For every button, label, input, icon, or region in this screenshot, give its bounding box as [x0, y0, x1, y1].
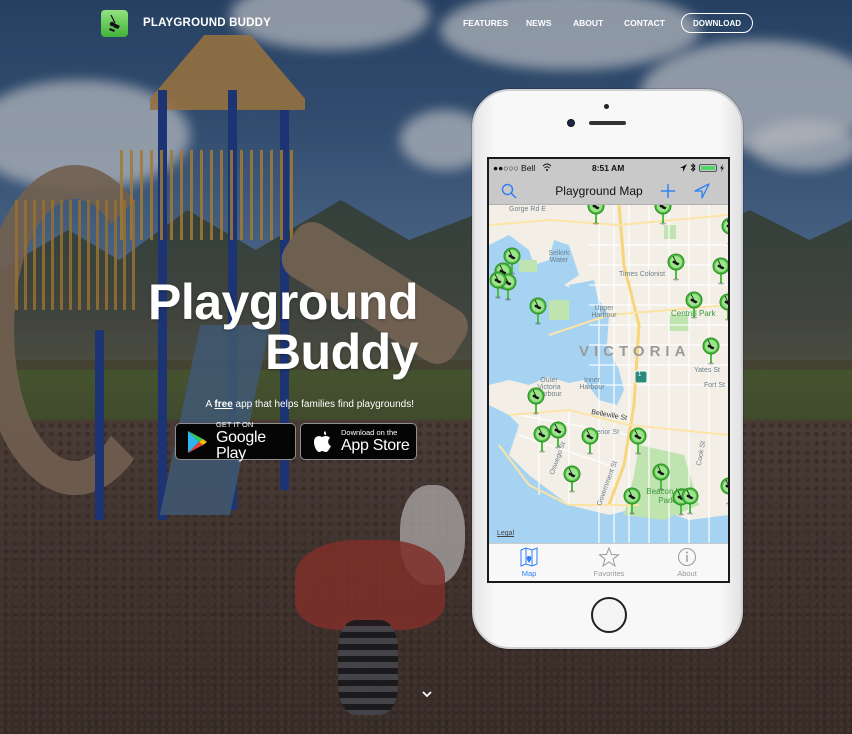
- playground-pin-icon[interactable]: [667, 253, 685, 281]
- hero-title: Playground Buddy: [110, 274, 419, 380]
- playground-pin-icon[interactable]: [529, 297, 547, 325]
- app-store-small-label: Download on the: [341, 428, 398, 438]
- battery-icon: [699, 163, 717, 172]
- app-store-big-label: App Store: [341, 436, 410, 454]
- tagline-emphasis: free: [214, 399, 233, 410]
- nav-link-news[interactable]: NEWS: [526, 18, 552, 28]
- playground-pin-icon[interactable]: [681, 487, 699, 515]
- status-bar: ●●○○○ Bell 8:51 AM: [489, 159, 728, 177]
- download-button[interactable]: DOWNLOAD: [681, 13, 753, 33]
- map-icon: [520, 547, 538, 567]
- brand-name[interactable]: PLAYGROUND BUDDY: [143, 17, 271, 29]
- tagline: A free app that helps families find play…: [150, 399, 415, 410]
- map-label-poi: Times Colonist: [619, 271, 666, 278]
- swing-icon: [108, 14, 120, 32]
- playground-pin-icon[interactable]: [719, 293, 728, 321]
- charging-icon: [720, 163, 724, 172]
- tagline-prefix: A: [205, 399, 212, 410]
- tab-bar: Map Favorites About: [489, 543, 728, 581]
- map-legal-link[interactable]: Legal: [497, 530, 514, 537]
- bluetooth-icon: [690, 163, 696, 172]
- map-label-street: Gorge Rd E: [509, 206, 546, 213]
- map-label-water: Upper Harbour: [591, 305, 617, 319]
- phone-screen: ●●○○○ Bell 8:51 AM Playground Map Gorge …: [487, 157, 730, 583]
- app-store-button[interactable]: Download on the App Store: [300, 423, 417, 460]
- playground-pin-icon[interactable]: [587, 205, 605, 225]
- map-label-street: Fort St: [704, 382, 726, 389]
- playground-pin-icon[interactable]: [581, 427, 599, 455]
- map-label-street: Yates St: [694, 367, 720, 374]
- tagline-suffix: app that helps families find playgrounds…: [235, 399, 414, 410]
- tab-favorites[interactable]: Favorites: [579, 547, 639, 578]
- chevron-down-icon[interactable]: [420, 689, 434, 699]
- google-play-icon: [188, 430, 207, 453]
- tab-map[interactable]: Map: [499, 547, 559, 578]
- apple-icon: [314, 430, 331, 452]
- tab-label: Map: [521, 569, 537, 578]
- playground-pin-icon[interactable]: [654, 205, 672, 225]
- hero-title-line-1: Playground: [147, 274, 419, 330]
- playground-pin-icon[interactable]: [720, 477, 728, 505]
- front-camera: [567, 119, 575, 127]
- playground-pin-icon[interactable]: [489, 271, 507, 299]
- add-icon[interactable]: [660, 183, 676, 199]
- status-time: 8:51 AM: [592, 163, 625, 173]
- google-play-button[interactable]: GET IT ON Google Play: [175, 420, 296, 462]
- earpiece-speaker: [589, 121, 626, 125]
- tab-label: About: [677, 569, 697, 578]
- map-navbar: Playground Map: [489, 177, 728, 205]
- map-label-city: VICTORIA: [579, 343, 691, 360]
- playground-pin-icon[interactable]: [549, 421, 567, 449]
- playground-pin-icon[interactable]: [629, 427, 647, 455]
- highway-shield-label: 1: [638, 372, 642, 378]
- playground-pin-icon[interactable]: [721, 217, 728, 245]
- proximity-sensor: [604, 104, 609, 109]
- location-arrow-icon[interactable]: [694, 183, 710, 199]
- map-label-water: Inner Harbour: [579, 377, 605, 391]
- hero-title-line-2: Buddy: [264, 324, 419, 380]
- wifi-icon: [542, 163, 552, 171]
- google-play-big-label: Google Play: [216, 428, 266, 462]
- tab-label: Favorites: [593, 569, 625, 578]
- google-play-small-label: GET IT ON: [216, 420, 254, 430]
- playground-pin-icon[interactable]: [527, 387, 545, 415]
- tab-about[interactable]: About: [657, 547, 717, 578]
- logo[interactable]: [101, 10, 128, 37]
- playground-pin-icon[interactable]: [702, 337, 720, 365]
- carrier-signal: ●●○○○ Bell: [493, 163, 536, 173]
- playground-pin-icon[interactable]: [623, 487, 641, 515]
- location-arrow-icon: [680, 163, 687, 172]
- nav-link-contact[interactable]: CONTACT: [624, 18, 665, 28]
- map-label-water: Selkirk Water: [548, 250, 570, 264]
- nav-link-features[interactable]: FEATURES: [463, 18, 508, 28]
- top-nav: PLAYGROUND BUDDY FEATURES NEWS ABOUT CON…: [0, 0, 852, 48]
- playground-pin-icon[interactable]: [685, 291, 703, 319]
- playground-pin-icon[interactable]: [712, 257, 728, 285]
- nav-link-about[interactable]: ABOUT: [573, 18, 603, 28]
- playground-pin-icon[interactable]: [652, 463, 670, 491]
- home-button[interactable]: [591, 597, 627, 633]
- navbar-title: Playground Map: [555, 184, 643, 198]
- info-icon: [678, 548, 696, 566]
- star-icon: [598, 547, 620, 567]
- playground-map[interactable]: Gorge Rd E Selkirk Water Times Colonist …: [489, 205, 728, 543]
- playground-pin-icon[interactable]: [563, 465, 581, 493]
